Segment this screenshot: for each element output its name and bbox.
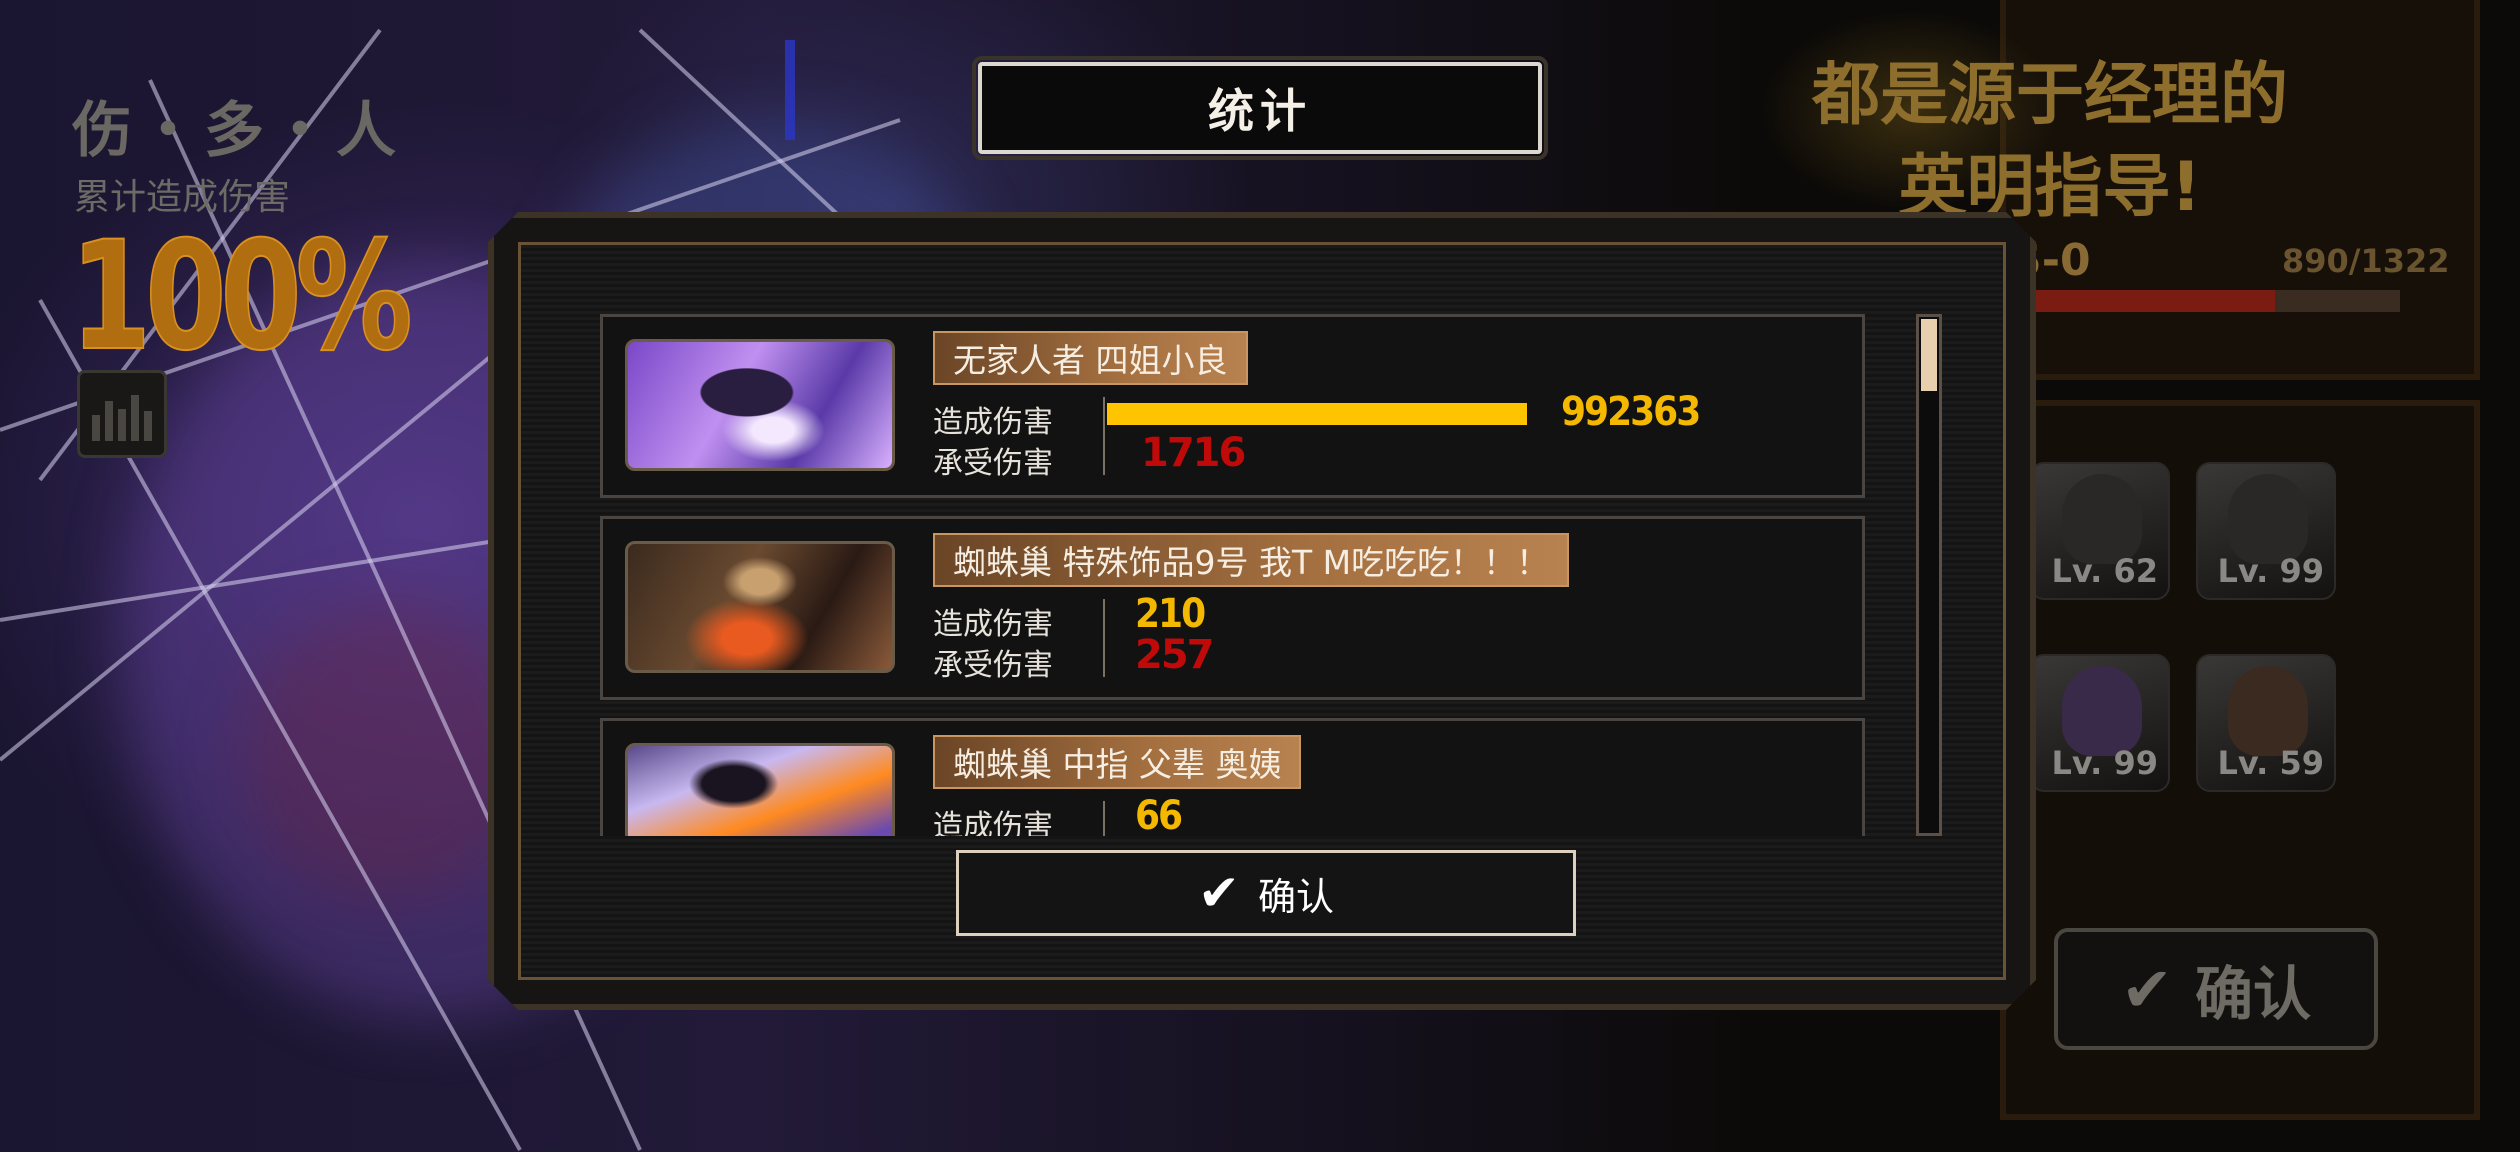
victory-quote-line1: 都是源于经理的 [1811,56,2288,135]
level-label: Lv. 62 [2051,552,2158,590]
portrait [2228,474,2308,564]
checkmark-icon: ✔ [1198,864,1240,922]
list-item: 蜘蛛巢 特殊饰品9号 我T M吃吃吃！！！ 造成伤害 承受伤害 210 257 [600,516,1865,700]
character-portrait [625,743,895,836]
list-scrollbar[interactable] [1916,314,1942,836]
character-name-tag: 蜘蛛巢 中指 父辈 奥姨 [933,735,1302,789]
stat-divider [1103,599,1105,677]
damage-taken-value: 257 [1135,632,1214,678]
damage-taken-label: 承受伤害 [933,446,1053,481]
background-confirm-button: ✔ 确认 [2054,928,2378,1050]
damage-dealt-bar [1107,403,1527,425]
character-name-tag: 无家人者 四姐小良 [933,331,1248,385]
portrait [2062,474,2142,564]
level-label: Lv. 99 [2051,744,2158,782]
list-item: 蜘蛛巢 中指 父辈 奥姨 造成伤害 66 [600,718,1865,836]
portrait [2228,666,2308,756]
skill-title: 伤・多・人 [72,96,402,166]
team-member-card: Lv. 99 [2196,462,2336,600]
level-label: Lv. 99 [2217,552,2324,590]
background-confirm-label: 确认 [2194,960,2311,1028]
scroll-thumb[interactable] [1921,319,1937,391]
damage-dealt-value: 210 [1135,591,1206,637]
stat-divider [1103,801,1105,836]
list-item: 无家人者 四姐小良 造成伤害 承受伤害 992363 1716 [600,314,1865,498]
character-name: 蜘蛛巢 中指 父辈 奥姨 [953,745,1282,784]
team-member-card: Lv. 99 [2030,654,2170,792]
damage-taken-value: 1716 [1141,430,1246,476]
portrait [2062,666,2142,756]
character-name-tag: 蜘蛛巢 特殊饰品9号 我T M吃吃吃！！！ [933,533,1570,587]
stat-divider [1103,397,1105,475]
damage-dealt-value: 66 [1135,793,1183,836]
exp-bar [2020,290,2400,312]
team-member-card: Lv. 62 [2030,462,2170,600]
character-name: 蜘蛛巢 特殊饰品9号 我T M吃吃吃！！！ [953,543,1550,582]
team-member-card: Lv. 59 [2196,654,2336,792]
character-portrait [625,541,895,673]
damage-percent: 100% [69,209,413,385]
dialog-title-bar: 统计 [972,56,1548,160]
character-portrait [625,339,895,471]
victory-quote: 都是源于经理的 英明指导! [1800,50,2300,234]
damage-taken-label: 承受伤害 [933,648,1053,683]
confirm-button[interactable]: ✔ 确认 [956,850,1576,936]
damage-dealt-label: 造成伤害 [933,607,1053,642]
stats-list[interactable]: 无家人者 四姐小良 造成伤害 承受伤害 992363 1716 蜘蛛巢 特殊饰品… [600,314,1870,836]
checkmark-icon: ✔ [2121,952,2173,1026]
confirm-label: 确认 [1257,874,1334,919]
character-name: 无家人者 四姐小良 [953,341,1228,380]
exp-bar-fill [2020,290,2275,312]
level-label: Lv. 59 [2217,744,2324,782]
damage-dealt-label: 造成伤害 [933,405,1053,440]
bar-chart-icon[interactable] [77,370,167,458]
damage-dealt-value: 992363 [1561,389,1701,435]
dialog-title: 统计 [1208,84,1312,138]
exp-readout: 890/1322 [2282,242,2450,280]
stats-dialog: 无家人者 四姐小良 造成伤害 承受伤害 992363 1716 蜘蛛巢 特殊饰品… [488,212,2036,1010]
damage-dealt-label: 造成伤害 [933,809,1053,836]
